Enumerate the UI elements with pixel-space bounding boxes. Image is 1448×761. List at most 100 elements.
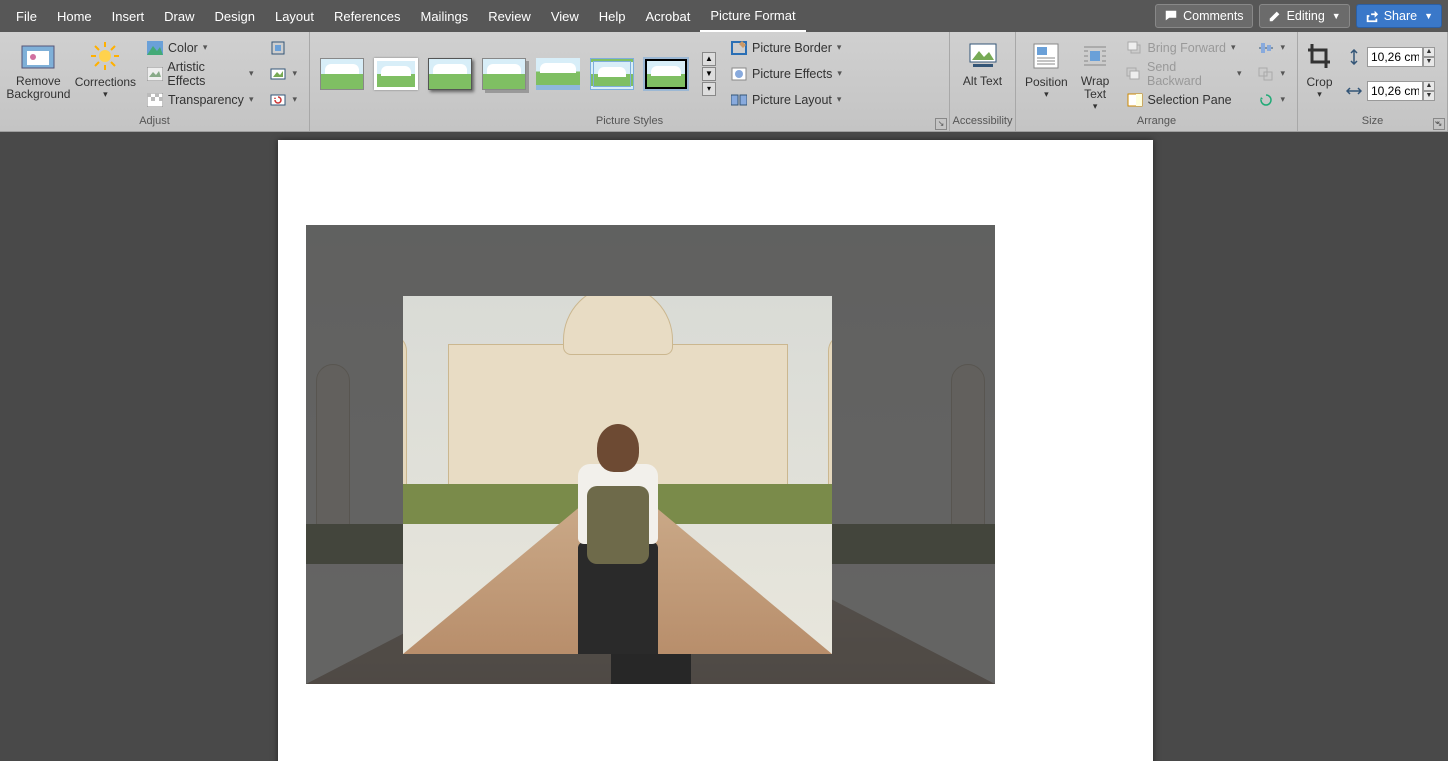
wrap-text-label: Wrap Text	[1073, 75, 1118, 101]
width-input[interactable]: ▲▼	[1367, 81, 1435, 101]
group-adjust-label: Adjust	[0, 115, 309, 131]
group-accessibility: Alt Text Accessibility	[950, 32, 1016, 131]
tab-design[interactable]: Design	[205, 0, 265, 32]
picture-styles-stack: Picture Border▾ Picture Effects▾ Picture…	[722, 36, 850, 112]
send-backward-icon	[1126, 65, 1143, 83]
width-row: ▲▼	[1341, 79, 1439, 103]
group-button[interactable]: ▾	[1253, 62, 1289, 86]
position-label: Position	[1025, 75, 1068, 89]
transparency-label: Transparency	[168, 93, 244, 107]
picture-style-5[interactable]	[536, 58, 580, 90]
share-label: Share	[1384, 9, 1417, 23]
tab-picture-format[interactable]: Picture Format	[700, 0, 805, 32]
rotate-button[interactable]: ▾	[1253, 88, 1289, 112]
height-up[interactable]: ▲	[1423, 47, 1435, 57]
height-input[interactable]: ▲▼	[1367, 47, 1435, 67]
color-icon	[146, 39, 164, 57]
width-down[interactable]: ▼	[1423, 91, 1435, 101]
artistic-effects-button[interactable]: Artistic Effects▾	[142, 62, 258, 86]
editing-label: Editing	[1287, 9, 1325, 23]
crop-button[interactable]: Crop ▾	[1302, 35, 1337, 113]
chevron-down-icon: ▾	[103, 89, 108, 100]
picture-visible-region[interactable]	[403, 296, 832, 654]
group-accessibility-label: Accessibility	[950, 115, 1015, 131]
gallery-more-button[interactable]: ▾	[702, 82, 716, 96]
editing-mode-button[interactable]: Editing ▼	[1259, 4, 1350, 28]
border-icon	[730, 39, 748, 57]
group-adjust: Remove Background Corrections ▾ Color▾ A…	[0, 32, 310, 131]
gallery-scroll: ▲ ▼ ▾	[702, 52, 716, 96]
adjust-stack: Color▾ Artistic Effects▾ Transparency▾	[138, 36, 262, 112]
width-icon	[1345, 82, 1363, 100]
collapse-ribbon-button[interactable]: ⌄	[1433, 114, 1442, 127]
height-field[interactable]	[1367, 47, 1423, 67]
picture-style-7[interactable]	[644, 58, 688, 90]
tab-help[interactable]: Help	[589, 0, 636, 32]
picture-style-1[interactable]	[320, 58, 364, 90]
tab-draw[interactable]: Draw	[154, 0, 204, 32]
pencil-icon	[1268, 9, 1282, 23]
layout-icon	[730, 91, 748, 109]
transparency-button[interactable]: Transparency▾	[142, 88, 258, 112]
artistic-icon	[146, 65, 163, 83]
tab-insert[interactable]: Insert	[102, 0, 155, 32]
group-icon	[1257, 65, 1275, 83]
picture-effects-button[interactable]: Picture Effects▾	[726, 62, 846, 86]
corrections-label: Corrections	[75, 75, 136, 89]
size-inputs: ▲▼ ▲▼	[1337, 45, 1443, 103]
send-backward-label: Send Backward	[1147, 60, 1232, 88]
ribbon: Remove Background Corrections ▾ Color▾ A…	[0, 32, 1448, 132]
width-field[interactable]	[1367, 81, 1423, 101]
width-up[interactable]: ▲	[1423, 81, 1435, 91]
tab-acrobat[interactable]: Acrobat	[636, 0, 701, 32]
height-down[interactable]: ▼	[1423, 57, 1435, 67]
wrap-text-button[interactable]: Wrap Text ▾	[1073, 35, 1118, 113]
selection-pane-icon	[1126, 91, 1144, 109]
tab-view[interactable]: View	[541, 0, 589, 32]
alt-text-button[interactable]: Alt Text	[954, 35, 1011, 113]
gallery-up-button[interactable]: ▲	[702, 52, 716, 66]
picture-style-2[interactable]	[374, 58, 418, 90]
color-button[interactable]: Color▾	[142, 36, 258, 60]
picture-style-4[interactable]	[482, 58, 526, 90]
tab-file[interactable]: File	[6, 0, 47, 32]
picture-border-button[interactable]: Picture Border▾	[726, 36, 846, 60]
picture-border-label: Picture Border	[752, 41, 832, 55]
position-icon	[1029, 39, 1063, 73]
picture-style-6[interactable]	[590, 58, 634, 90]
selection-pane-button[interactable]: Selection Pane	[1122, 88, 1246, 112]
tab-references[interactable]: References	[324, 0, 410, 32]
reset-picture-button[interactable]: ▾	[265, 88, 301, 112]
menu-bar: File Home Insert Draw Design Layout Refe…	[0, 0, 1448, 32]
compress-pictures-button[interactable]	[265, 36, 301, 60]
tab-layout[interactable]: Layout	[265, 0, 324, 32]
align-button[interactable]: ▾	[1253, 36, 1289, 60]
send-backward-button[interactable]: Send Backward▾	[1122, 62, 1246, 86]
document-canvas[interactable]	[0, 132, 1448, 761]
tab-home[interactable]: Home	[47, 0, 102, 32]
align-icon	[1257, 39, 1275, 57]
tab-review[interactable]: Review	[478, 0, 541, 32]
picture-crop-frame[interactable]	[306, 225, 995, 684]
group-arrange: Position ▾ Wrap Text ▾ Bring Forward▾ Se…	[1016, 32, 1298, 131]
remove-background-button[interactable]: Remove Background	[4, 35, 73, 113]
picture-layout-label: Picture Layout	[752, 93, 832, 107]
group-picture-styles: ▲ ▼ ▾ Picture Border▾ Picture Effects▾ P…	[310, 32, 950, 131]
group-size: Crop ▾ ▲▼ ▲▼	[1298, 32, 1448, 131]
picture-effects-label: Picture Effects	[752, 67, 832, 81]
change-picture-button[interactable]: ▾	[265, 62, 301, 86]
position-button[interactable]: Position ▾	[1020, 35, 1073, 113]
corrections-button[interactable]: Corrections ▾	[73, 35, 138, 113]
picture-style-3[interactable]	[428, 58, 472, 90]
bring-forward-button[interactable]: Bring Forward▾	[1122, 36, 1246, 60]
tab-mailings[interactable]: Mailings	[411, 0, 479, 32]
chevron-down-icon: ▼	[1424, 11, 1433, 21]
remove-background-label: Remove Background	[4, 75, 73, 101]
crop-icon	[1303, 39, 1337, 73]
comments-button[interactable]: Comments	[1155, 4, 1252, 28]
share-button[interactable]: Share ▼	[1356, 4, 1442, 28]
picture-layout-button[interactable]: Picture Layout▾	[726, 88, 846, 112]
styles-launcher[interactable]: ↘	[935, 118, 947, 130]
gallery-down-button[interactable]: ▼	[702, 67, 716, 81]
compress-icon	[269, 39, 287, 57]
